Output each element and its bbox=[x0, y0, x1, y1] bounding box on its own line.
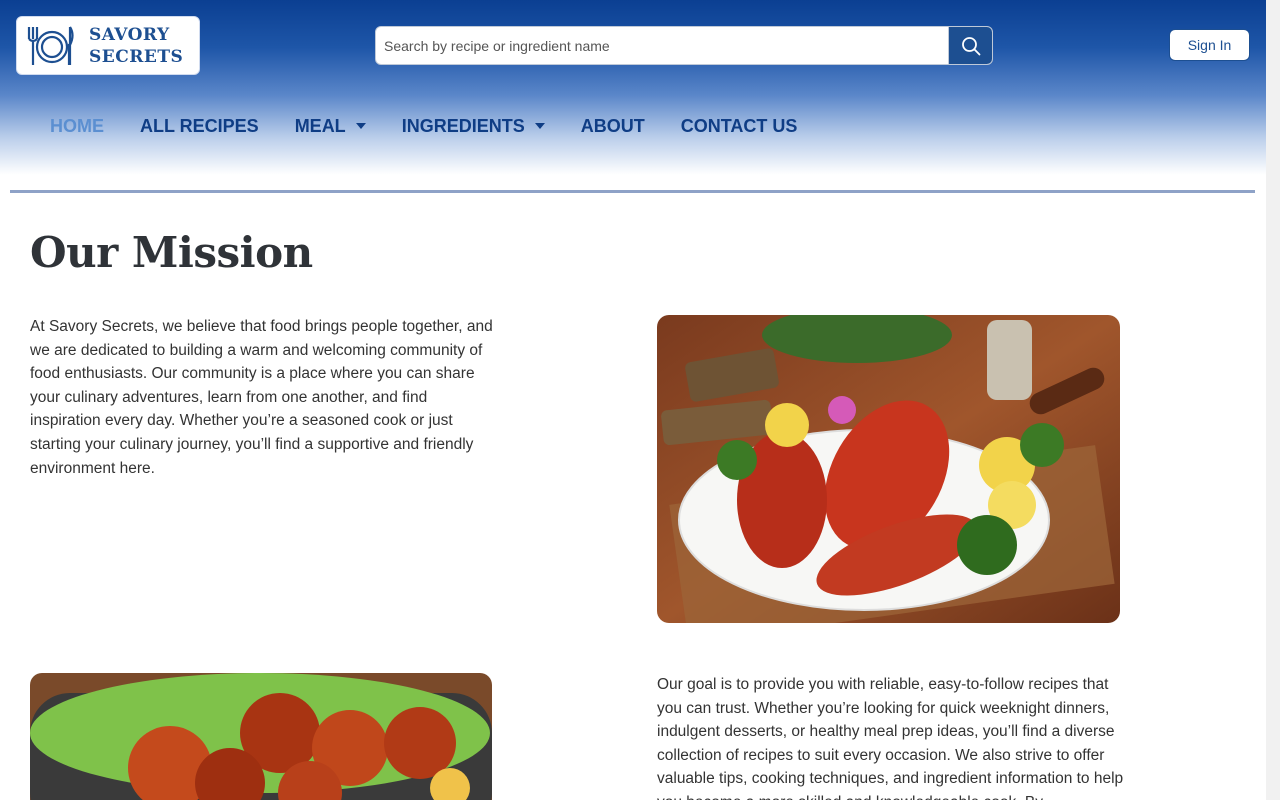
main-nav: HOME ALL RECIPES MEAL INGREDIENTS ABOUT … bbox=[32, 112, 815, 140]
site-name: SAVORY SECRETS bbox=[89, 24, 183, 68]
nav-ingredients-dropdown[interactable]: INGREDIENTS bbox=[384, 112, 563, 140]
grilled-chicken-image bbox=[30, 673, 492, 800]
mission-paragraph-2: Our goal is to provide you with reliable… bbox=[657, 676, 1124, 800]
nav-contact-us[interactable]: CONTACT US bbox=[663, 112, 816, 140]
caret-down-icon bbox=[534, 123, 545, 129]
site-name-line1: SAVORY bbox=[89, 24, 170, 45]
nav-all-recipes-label: ALL RECIPES bbox=[140, 116, 259, 136]
search-icon bbox=[961, 36, 980, 55]
header-divider bbox=[10, 190, 1255, 193]
search-bar bbox=[375, 26, 993, 65]
nav-all-recipes[interactable]: ALL RECIPES bbox=[122, 112, 277, 140]
site-name-line2: SECRETS bbox=[89, 46, 184, 67]
nav-ingredients-label: INGREDIENTS bbox=[401, 116, 525, 136]
mission-paragraph-1: At Savory Secrets, we believe that food … bbox=[30, 318, 493, 477]
nav-contact-us-label: CONTACT US bbox=[680, 116, 798, 136]
nav-meal-dropdown[interactable]: MEAL bbox=[277, 112, 384, 140]
nav-home-label: HOME bbox=[50, 116, 104, 136]
sign-in-button[interactable]: Sign In bbox=[1169, 29, 1250, 61]
site-logo[interactable]: SAVORY SECRETS bbox=[16, 16, 200, 75]
lobster-dish-image bbox=[657, 315, 1120, 623]
search-input[interactable] bbox=[376, 27, 948, 64]
page-scrollbar[interactable] bbox=[1266, 0, 1280, 800]
plate-fork-knife-icon bbox=[27, 25, 74, 65]
nav-meal-label: MEAL bbox=[294, 116, 346, 136]
site-header: SAVORY SECRETS Sign In HOME ALL RECIPES … bbox=[0, 0, 1266, 190]
caret-down-icon bbox=[355, 123, 366, 129]
nav-home[interactable]: HOME bbox=[32, 112, 122, 140]
page-title: Our Mission bbox=[30, 228, 313, 277]
search-button[interactable] bbox=[948, 27, 992, 64]
nav-about-label: ABOUT bbox=[580, 116, 645, 136]
nav-about[interactable]: ABOUT bbox=[563, 112, 663, 140]
